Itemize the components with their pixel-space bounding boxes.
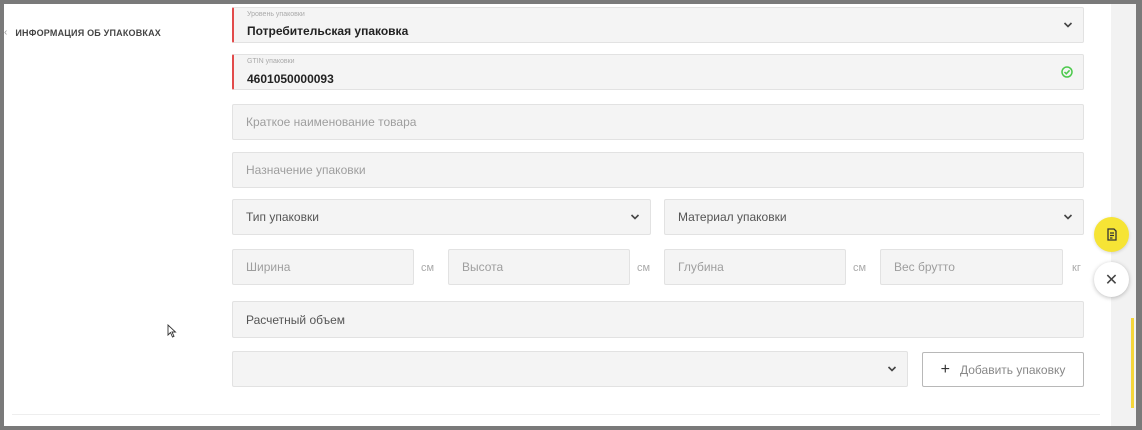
gtin-label: GTIN упаковки xyxy=(247,58,295,65)
section-header[interactable]: ‹ ИНФОРМАЦИЯ ОБ УПАКОВКАХ xyxy=(4,27,162,39)
short-name-input[interactable]: Краткое наименование товара xyxy=(232,104,1084,140)
plus-icon: + xyxy=(940,360,950,378)
gtin-value: 4601050000093 xyxy=(247,72,334,86)
scrollbar-thumb[interactable] xyxy=(1131,318,1134,408)
chevron-down-icon xyxy=(630,214,640,220)
chevron-down-icon xyxy=(1063,214,1073,220)
add-package-select[interactable] xyxy=(232,351,908,387)
notes-icon xyxy=(1106,228,1117,241)
depth-placeholder: Глубина xyxy=(678,260,724,274)
package-level-label: Уровень упаковки xyxy=(247,11,305,18)
close-icon: ✕ xyxy=(1104,271,1119,289)
add-package-button-label: Добавить упаковку xyxy=(959,362,1066,377)
gross-weight-input[interactable]: Вес брутто xyxy=(880,249,1063,285)
gtin-field[interactable]: GTIN упаковки 4601050000093 xyxy=(232,54,1084,90)
depth-input[interactable]: Глубина xyxy=(664,249,846,285)
package-material-placeholder: Материал упаковки xyxy=(678,210,787,224)
chevron-down-icon xyxy=(887,366,897,372)
close-button[interactable]: ✕ xyxy=(1094,262,1129,297)
notes-button[interactable] xyxy=(1094,217,1129,252)
chevron-down-icon xyxy=(1063,22,1073,28)
add-package-button[interactable]: + Добавить упаковку xyxy=(922,352,1084,387)
mouse-cursor-icon xyxy=(167,324,177,338)
chevron-left-icon: ‹ xyxy=(4,27,8,38)
package-level-select[interactable]: Уровень упаковки Потребительская упаковк… xyxy=(232,7,1084,43)
gross-weight-unit: кг xyxy=(1072,262,1081,274)
width-input[interactable]: Ширина xyxy=(232,249,414,285)
volume-placeholder: Расчетный объем xyxy=(246,312,346,327)
divider xyxy=(12,414,1100,415)
purpose-placeholder: Назначение упаковки xyxy=(246,163,366,177)
width-placeholder: Ширина xyxy=(246,260,291,274)
width-unit: см xyxy=(421,262,435,274)
check-circle-icon xyxy=(1061,66,1073,78)
gross-weight-placeholder: Вес брутто xyxy=(894,260,955,274)
height-placeholder: Высота xyxy=(462,260,504,274)
section-title: ИНФОРМАЦИЯ ОБ УПАКОВКАХ xyxy=(15,28,162,38)
height-input[interactable]: Высота xyxy=(448,249,630,285)
short-name-placeholder: Краткое наименование товара xyxy=(246,115,417,129)
package-level-value: Потребительская упаковка xyxy=(247,24,409,38)
height-unit: см xyxy=(637,262,651,274)
depth-unit: см xyxy=(853,262,867,274)
package-type-select[interactable]: Тип упаковки xyxy=(232,199,651,235)
purpose-input[interactable]: Назначение упаковки xyxy=(232,152,1084,188)
volume-input[interactable]: Расчетный объем xyxy=(232,301,1084,338)
package-type-placeholder: Тип упаковки xyxy=(246,210,319,224)
package-material-select[interactable]: Материал упаковки xyxy=(664,199,1084,235)
